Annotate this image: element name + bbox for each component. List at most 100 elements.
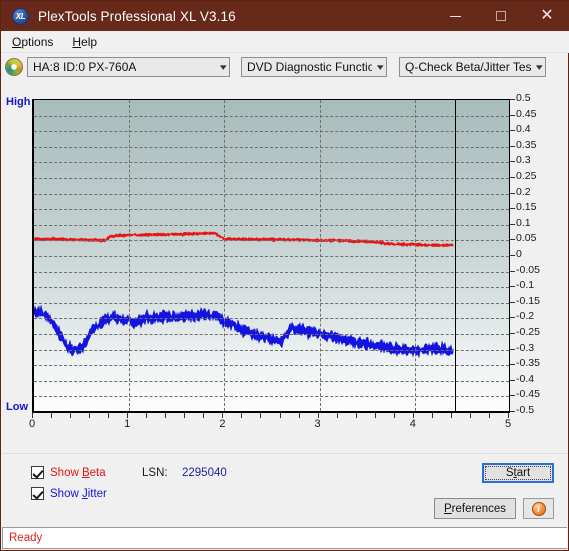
gridline-horizontal [34, 256, 509, 257]
start-button[interactable]: Start [482, 463, 554, 483]
menu-item-options-label: ptions [21, 34, 54, 49]
x-axis-tick-mark [336, 413, 338, 418]
y-axis-tick-label: 0.45 [516, 107, 537, 120]
x-axis-tick-mark [431, 413, 433, 418]
show-jitter-checkbox[interactable]: Show Jitter [31, 487, 107, 500]
close-icon[interactable]: ✕ [524, 1, 569, 31]
x-axis-tick-mark [450, 413, 452, 418]
function-select[interactable]: DVD Diagnostic Functions ▾ [241, 57, 387, 77]
y-axis-tick-mark [510, 333, 515, 334]
gridline-vertical [319, 100, 321, 411]
y-axis-tick-label: 0.5 [516, 92, 531, 104]
xl-logo-icon: XL [12, 7, 29, 25]
x-axis-tick-label: 2 [219, 418, 226, 430]
y-axis-tick-mark [510, 161, 515, 163]
checkbox-icon[interactable] [31, 466, 44, 479]
gridline-horizontal [34, 349, 509, 351]
gridline-vertical [129, 100, 131, 411]
x-axis-tick-mark [184, 413, 186, 418]
axis-label-low: Low [6, 401, 28, 413]
y-axis-tick-mark [510, 286, 515, 288]
x-axis-tick-mark [260, 413, 262, 418]
y-axis-tick-mark [510, 317, 515, 319]
window-title: PlexTools Professional XL V3.16 [38, 8, 236, 24]
gridline-horizontal [34, 302, 509, 304]
y-axis-tick-mark [510, 223, 515, 225]
window-controls: ✕ [432, 1, 569, 31]
x-axis-tick-mark [203, 413, 205, 418]
drive-select[interactable]: HA:8 ID:0 PX-760A ▾ [27, 57, 230, 77]
y-axis-tick-label: -0.4 [516, 372, 535, 385]
function-select-value: DVD Diagnostic Functions [247, 60, 373, 74]
y-axis-tick-mark [510, 192, 515, 194]
show-beta-checkbox[interactable]: Show Beta [31, 466, 106, 479]
gridline-vertical [224, 100, 226, 411]
gridline-horizontal [34, 287, 509, 289]
y-axis-tick-label: -0.3 [516, 341, 535, 354]
drive-select-value: HA:8 ID:0 PX-760A [33, 60, 137, 74]
y-axis-tick-label: -0.35 [516, 357, 540, 370]
chevron-down-icon: ▾ [220, 61, 228, 72]
y-axis-tick-mark [510, 255, 515, 256]
y-axis-tick-label: -0.5 [516, 404, 535, 416]
y-axis-tick-label: -0.25 [516, 326, 540, 338]
info-icon: i [531, 501, 546, 516]
y-axis-tick-mark [510, 177, 515, 178]
y-axis-tick-mark [510, 114, 515, 116]
y-axis-tick-mark [510, 145, 515, 147]
x-axis-tick-label: 5 [504, 418, 512, 430]
info-button[interactable]: i [523, 498, 554, 519]
status-bar: Ready [2, 527, 567, 549]
y-axis-tick-mark [510, 239, 515, 241]
y-axis-tick-mark [510, 395, 515, 397]
test-select[interactable]: Q-Check Beta/Jitter Test ▾ [399, 57, 546, 77]
gridline-horizontal [34, 178, 509, 179]
selector-toolbar: HA:8 ID:0 PX-760A ▾ DVD Diagnostic Funct… [1, 53, 569, 81]
gridline-horizontal [34, 380, 509, 382]
gridline-horizontal [34, 209, 509, 211]
gridline-horizontal [34, 131, 509, 133]
y-axis-tick-mark [510, 208, 515, 210]
x-axis-tick-mark [222, 413, 224, 418]
gridline-horizontal [34, 396, 509, 398]
x-axis-tick-mark [488, 413, 490, 418]
y-axis-tick-label: 0.25 [516, 170, 537, 182]
x-axis-tick-mark [89, 413, 91, 418]
gridline-horizontal [34, 365, 509, 367]
y-axis-tick-label: 0.4 [516, 123, 531, 136]
menu-item-options[interactable]: Options [4, 33, 61, 51]
menu-item-help[interactable]: Help [64, 33, 105, 51]
gridline-vertical [414, 100, 416, 411]
y-axis-tick-mark [510, 348, 515, 350]
x-axis-tick-mark [469, 413, 471, 418]
x-axis-tick-label: 3 [314, 418, 321, 430]
y-axis-tick-label: -0.1 [516, 279, 535, 292]
status-text: Ready [9, 532, 43, 544]
chart-panel: High Low 0.5 0.45 0.4 0.35 0.3 0.25 0.2 0.15 0.1… [2, 85, 567, 450]
gridline-horizontal [34, 193, 509, 195]
gridline-horizontal [34, 271, 509, 273]
y-axis-tick-mark [510, 364, 515, 366]
chevron-down-icon: ▾ [536, 61, 544, 72]
x-axis-tick-mark [355, 413, 357, 418]
y-axis-tick-mark [510, 411, 515, 412]
y-axis-tick-mark [510, 379, 515, 381]
y-axis-tick-mark [510, 99, 515, 100]
preferences-button[interactable]: Preferences [434, 498, 516, 519]
gridline-horizontal [34, 224, 509, 226]
checkbox-icon[interactable] [31, 487, 44, 500]
gridline-horizontal [34, 162, 509, 164]
x-axis-tick-mark [32, 413, 33, 418]
maximize-icon[interactable] [478, 1, 524, 31]
x-axis-tick-mark [241, 413, 243, 418]
x-axis-tick-mark [146, 413, 148, 418]
menu-bar: Options Help [1, 31, 569, 53]
x-axis-tick-mark [298, 413, 300, 418]
minimize-icon[interactable] [432, 1, 478, 31]
x-axis-tick-mark [127, 413, 129, 418]
lsn-label: LSN: [142, 467, 168, 479]
beta-jitter-plot [32, 99, 510, 413]
preferences-button-label: Preferences [443, 502, 506, 515]
show-jitter-label: Show Jitter [50, 487, 107, 500]
application-window: XL PlexTools Professional XL V3.16 ✕ Opt… [0, 0, 569, 551]
